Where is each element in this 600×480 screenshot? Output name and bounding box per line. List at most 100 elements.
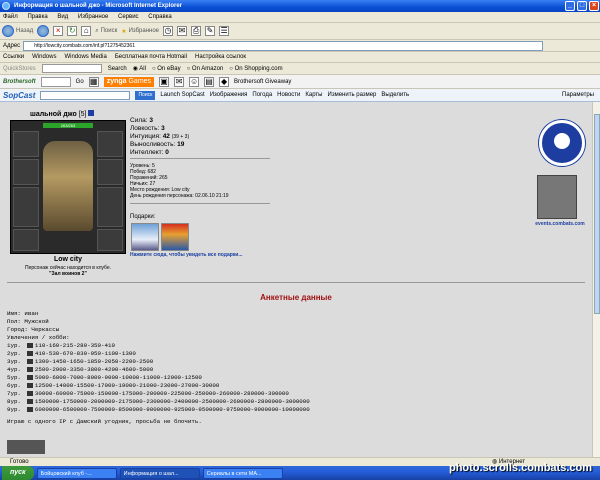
toolbar-icon-6[interactable]: ◆ [219,76,230,87]
minimize-button[interactable]: _ [565,1,575,11]
radio-all[interactable]: ◉ All [133,65,146,72]
sopcast-search-input[interactable] [40,90,131,100]
stop-icon[interactable]: × [53,26,64,36]
title-bar: Информация о шальной джо - Microsoft Int… [0,0,600,12]
address-input[interactable] [23,40,544,51]
images-link[interactable]: Изображения [210,92,248,98]
divider [130,203,270,204]
resize-link[interactable]: Изменить размер [328,92,377,98]
arrow-icon [26,390,33,396]
profile-sex: Пол: Мужской [7,318,49,325]
scrollbar-thumb[interactable] [594,114,600,314]
forward-button[interactable] [37,25,50,37]
home-icon[interactable]: ⌂ [81,26,92,36]
helmet-slot[interactable] [13,131,39,157]
search-button[interactable]: ⌕ Поиск [95,28,117,35]
weather-link[interactable]: Погода [252,92,272,98]
all-gifts-link[interactable]: Нажмите сюда, чтобы увидеть все подарки.… [130,252,243,258]
sopcast-logo: SopCast [3,90,36,100]
profile-note: Играю с одного IP с Дамский угодник, про… [7,418,202,425]
maps-link[interactable]: Карты [305,92,322,98]
radio-ebay[interactable]: ○ On eBay [152,66,181,72]
menu-help[interactable]: Справка [148,14,172,20]
status-text: Готово [10,459,29,465]
window-title: Информация о шальной джо - Microsoft Int… [14,3,183,9]
giveaway-link[interactable]: Brothersoft Giveaway [234,79,291,85]
level-row: 2ур. 410-530-670-830-950-1100-1300 [7,350,136,357]
gift-image[interactable] [161,223,189,251]
edit-icon[interactable]: ✎ [205,26,216,36]
character-nick[interactable]: шальной джо [30,111,77,118]
taskbar-item-info[interactable]: Информация о шал... [119,467,200,479]
toolbar-icon-4[interactable]: ☺ [189,76,200,87]
toolbar-icon-3[interactable]: ✉ [174,76,185,87]
history-icon[interactable]: ◷ [163,26,174,36]
menu-favorites[interactable]: Избранное [78,14,108,20]
menu-file[interactable]: Файл [3,14,18,20]
menu-edit[interactable]: Правка [27,14,47,20]
address-label: Адрес [3,42,21,49]
print-icon[interactable]: ⎙ [191,26,202,36]
toolbar-icon-1[interactable]: ▦ [88,76,99,87]
discuss-icon[interactable]: ☰ [219,26,230,36]
profile-city: Город: Черкассы [7,326,60,333]
favorites-button[interactable]: ★ Избранное [121,28,159,35]
go-button[interactable]: Go [76,79,84,85]
amulet-slot[interactable] [13,159,39,185]
counter-badge[interactable] [7,440,45,454]
params-link[interactable]: Параметры [562,92,594,98]
boots-slot[interactable] [97,229,123,251]
mail-icon[interactable]: ✉ [177,26,188,36]
gifts-label: Подарки: [130,214,156,220]
location-note: Персонаж сейчас находится в клубе. "Зал … [24,265,112,277]
highlight-link[interactable]: Выделить [381,92,409,98]
close-button[interactable]: × [589,1,599,11]
link-windows[interactable]: Windows [32,52,56,62]
earring-slot[interactable] [97,131,123,157]
sopcast-search-button[interactable]: Поиск [135,90,156,100]
browser-window: Информация о шальной джо - Microsoft Int… [0,0,600,480]
clan-emblem[interactable] [539,120,585,166]
gift-image[interactable] [131,223,159,251]
taskbar-item-serials[interactable]: Сериалы в сети МА... [202,467,283,479]
level-row: 1ур. 110-160-215-280-350-410 [7,342,115,349]
news-link[interactable]: Новости [277,92,300,98]
radio-shopping[interactable]: ○ On Shopping.com [229,66,282,72]
banner-image[interactable] [537,175,577,219]
events-link[interactable]: events.combats.com [530,221,590,227]
info-icon[interactable] [88,110,95,116]
character-stats: Сила: 3 Ловкость: 3 Интуиция: 42 (39 + 3… [130,117,189,157]
link-windows-media[interactable]: Windows Media [64,52,106,62]
brothersoft-input[interactable] [40,76,71,87]
refresh-icon[interactable]: ↻ [67,26,78,36]
zynga-games-button[interactable]: zynga Games [103,76,155,87]
address-bar: Адрес [0,40,600,52]
start-button[interactable]: пуск [2,466,34,480]
menu-bar: Файл Правка Вид Избранное Сервис Справка [0,12,600,23]
quickstores-logo: QuickStores [3,65,36,72]
toolbar-icon-5[interactable]: ▤ [204,76,215,87]
menu-tools[interactable]: Сервис [118,14,139,20]
vertical-scrollbar[interactable] [592,102,600,457]
link-hotmail[interactable]: Бесплатная почта Hotmail [115,52,187,62]
quickstores-search[interactable]: Search [108,66,127,72]
hp-bar: 263/263 [43,123,93,128]
weapon-slot[interactable] [13,187,39,227]
character-figure [43,141,93,231]
radio-amazon[interactable]: ○ On Amazon [187,66,224,72]
toolbar-icon-2[interactable]: ▣ [159,76,170,87]
menu-view[interactable]: Вид [57,14,68,20]
quickstores-input[interactable] [41,64,102,73]
link-customize[interactable]: Настройка ссылок [195,52,246,62]
taskbar-item-combats[interactable]: Бойцовский клуб -... [36,467,117,479]
launch-sopcast-link[interactable]: Launch SopCast [160,92,204,98]
armor-slot[interactable] [13,229,39,251]
brothersoft-logo: Brothersoft [3,78,36,85]
back-button[interactable]: Назад [2,25,33,37]
arrow-icon [26,406,33,412]
shield-slot[interactable] [97,187,123,227]
maximize-button[interactable]: □ [577,1,587,11]
stat-endurance: Выносливость: 19 [130,141,185,148]
gloves-slot[interactable] [97,159,123,185]
divider [130,158,270,159]
